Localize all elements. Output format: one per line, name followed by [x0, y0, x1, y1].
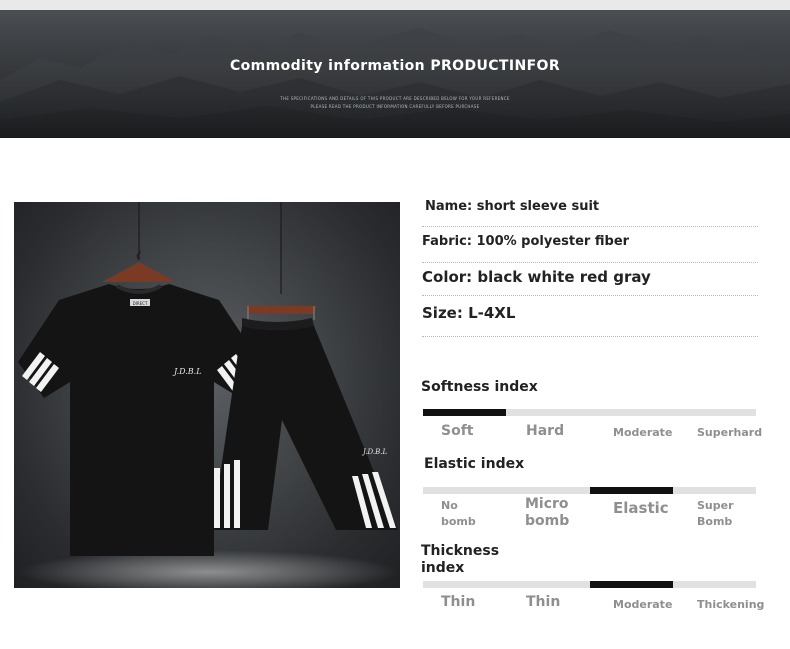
softness-index-marker	[423, 409, 507, 416]
thickness-level-label: Moderate	[613, 598, 673, 611]
spec-name: Name: short sleeve suit	[425, 199, 600, 214]
mountain-landscape-image	[0, 10, 790, 138]
top-strip	[0, 0, 790, 10]
softness-level-label: Hard	[526, 423, 565, 439]
elastic-level-label: Elastic	[613, 499, 669, 517]
spec-fabric: Fabric: 100% polyester fiber	[422, 234, 630, 249]
elastic-index-marker	[589, 487, 673, 494]
tracksuit-illustration: DIRECT J.D.B.L J.D.B.L	[18, 202, 399, 588]
elastic-index-title: Elastic index	[424, 456, 525, 472]
thickness-index-bar	[423, 581, 756, 588]
elastic-level-label: Micro bomb	[525, 496, 570, 529]
thickness-index-title: Thickness index	[421, 543, 500, 576]
header-banner: Commodity information PRODUCTINFOR THE S…	[0, 10, 790, 138]
shorts-logo: J.D.B.L	[361, 448, 387, 456]
thickness-index-marker	[589, 581, 673, 588]
softness-index-title: Softness index	[421, 379, 538, 395]
shorts: J.D.B.L	[212, 318, 398, 530]
elastic-level-label: Super Bomb	[697, 499, 734, 528]
softness-level-label: Soft	[441, 423, 474, 439]
banner-title: Commodity information PRODUCTINFOR	[229, 58, 561, 74]
softness-level-label: Superhard	[697, 426, 763, 439]
elastic-level-label: No bomb	[441, 499, 476, 528]
spec-size: Size: L-4XL	[422, 304, 516, 322]
wooden-hanger	[246, 306, 316, 320]
spec-color: Color: black white red gray	[422, 268, 651, 286]
chest-logo: J.D.B.L	[172, 367, 202, 376]
softness-level-label: Moderate	[613, 426, 673, 439]
divider	[422, 295, 758, 296]
product-photo: DIRECT J.D.B.L J.D.B.L	[14, 202, 400, 588]
thickness-level-label: Thin	[526, 594, 561, 610]
thickness-level-label: Thin	[441, 594, 476, 610]
divider	[422, 226, 758, 227]
divider	[422, 262, 758, 263]
neck-label-text: DIRECT	[133, 301, 148, 306]
divider	[422, 336, 758, 337]
softness-index-bar	[423, 409, 756, 416]
thickness-level-label: Thickening	[697, 598, 765, 611]
elastic-index-bar	[423, 487, 756, 494]
banner-subtitle: THE SPECIFICATIONS AND DETAILS OF THIS P…	[280, 96, 510, 101]
banner-subtitle: PLEASE READ THE PRODUCT INFORMATION CARE…	[310, 104, 480, 109]
